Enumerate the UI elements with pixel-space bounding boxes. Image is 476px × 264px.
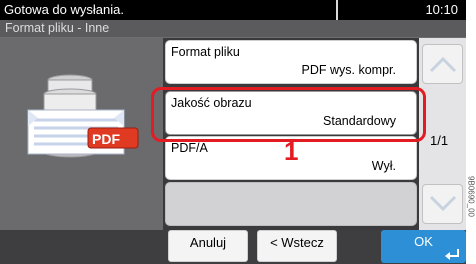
setting-label: Format pliku bbox=[171, 45, 240, 59]
callout-number: 1 bbox=[284, 136, 299, 166]
chevron-up-icon bbox=[429, 56, 457, 73]
status-time: 10:10 bbox=[425, 2, 458, 17]
ok-label: OK bbox=[414, 234, 433, 249]
scroll-up-button[interactable] bbox=[422, 44, 463, 84]
setting-value: Wył. bbox=[371, 159, 396, 173]
status-bar: Gotowa do wysłania. 10:10 bbox=[0, 0, 466, 20]
setting-value: PDF wys. kompr. bbox=[301, 63, 396, 77]
setting-label: PDF/A bbox=[171, 141, 208, 155]
document-pdf-icon bbox=[27, 74, 139, 158]
screen-title-bar: Format pliku - Inne bbox=[0, 20, 466, 38]
empty-row bbox=[165, 182, 417, 226]
status-message: Gotowa do wysłania. bbox=[4, 2, 124, 17]
chevron-down-icon bbox=[429, 195, 457, 212]
page-indicator: 1/1 bbox=[430, 133, 449, 148]
setting-file-format[interactable]: Format pliku PDF wys. kompr. bbox=[165, 40, 417, 84]
illustration-panel: PDF bbox=[0, 38, 163, 230]
figure-code: 9B0690_00 bbox=[466, 140, 476, 264]
pdf-badge-label: PDF bbox=[92, 131, 120, 147]
scroll-down-button[interactable] bbox=[422, 184, 463, 224]
scroll-column: 1/1 bbox=[419, 38, 466, 230]
screen-title: Format pliku - Inne bbox=[5, 21, 110, 35]
back-button[interactable]: < Wstecz bbox=[257, 230, 337, 262]
figure-code-text: 9B0690_00 bbox=[466, 176, 476, 217]
highlight-frame bbox=[151, 87, 426, 142]
status-divider bbox=[336, 0, 338, 20]
bottom-bar: Anuluj < Wstecz OK bbox=[0, 230, 466, 264]
ok-button[interactable]: OK bbox=[381, 230, 466, 263]
cancel-button[interactable]: Anuluj bbox=[168, 230, 248, 262]
enter-icon bbox=[445, 249, 459, 260]
